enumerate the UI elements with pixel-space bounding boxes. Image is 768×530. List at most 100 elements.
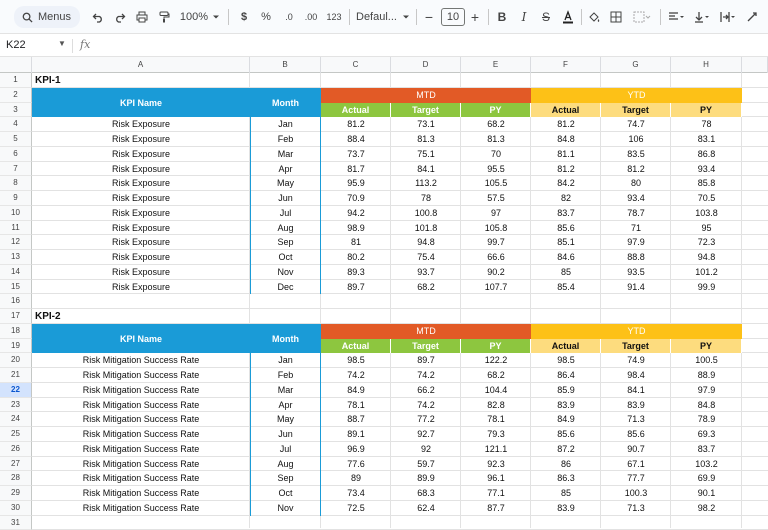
kpi-name-cell[interactable]: Risk Mitigation Success Rate — [32, 442, 250, 457]
value-cell[interactable]: 83.9 — [531, 398, 601, 413]
menus-button[interactable]: Menus — [14, 6, 80, 28]
row-header[interactable]: 29 — [0, 486, 32, 501]
column-header-f[interactable]: F — [531, 57, 601, 73]
value-cell[interactable]: 89.7 — [391, 353, 461, 368]
value-cell[interactable]: 72.5 — [321, 501, 391, 516]
value-cell[interactable]: 78.9 — [671, 412, 742, 427]
month-cell[interactable]: Mar — [250, 383, 321, 398]
value-cell[interactable]: 83.9 — [531, 501, 601, 516]
value-cell[interactable]: 93.5 — [601, 265, 671, 280]
value-cell[interactable]: 90.7 — [601, 442, 671, 457]
value-cell[interactable]: 66.2 — [391, 383, 461, 398]
value-cell[interactable]: 77.2 — [391, 412, 461, 427]
value-cell[interactable]: 84.6 — [531, 250, 601, 265]
row-header[interactable]: 6 — [0, 147, 32, 162]
value-cell[interactable]: 85.6 — [531, 427, 601, 442]
value-cell[interactable]: 81.3 — [391, 132, 461, 147]
value-cell[interactable]: 70.9 — [321, 191, 391, 206]
value-cell[interactable]: 101.8 — [391, 221, 461, 236]
row-header[interactable]: 9 — [0, 191, 32, 206]
value-cell[interactable]: 79.3 — [461, 427, 531, 442]
value-cell[interactable]: 103.2 — [671, 457, 742, 472]
row-header[interactable]: 2 — [0, 88, 32, 103]
row-header[interactable]: 16 — [0, 294, 32, 309]
kpi-name-cell[interactable]: Risk Exposure — [32, 191, 250, 206]
row-header[interactable]: 13 — [0, 250, 32, 265]
value-cell[interactable]: 81.1 — [531, 147, 601, 162]
more-formats-button[interactable]: 123 — [324, 7, 344, 27]
row-header[interactable]: 5 — [0, 132, 32, 147]
column-header-h[interactable]: H — [671, 57, 742, 73]
value-cell[interactable]: 81.2 — [531, 162, 601, 177]
value-cell[interactable]: 121.1 — [461, 442, 531, 457]
value-cell[interactable]: 81.3 — [461, 132, 531, 147]
value-cell[interactable]: 73.4 — [321, 486, 391, 501]
value-cell[interactable]: 68.2 — [391, 280, 461, 295]
month-cell[interactable]: Oct — [250, 486, 321, 501]
value-cell[interactable]: 88.4 — [321, 132, 391, 147]
value-cell[interactable]: 85 — [531, 486, 601, 501]
select-all-corner[interactable] — [0, 57, 32, 73]
month-cell[interactable]: Feb — [250, 132, 321, 147]
value-cell[interactable]: 86 — [531, 457, 601, 472]
month-cell[interactable]: May — [250, 176, 321, 191]
value-cell[interactable]: 90.2 — [461, 265, 531, 280]
value-cell[interactable]: 74.2 — [391, 368, 461, 383]
value-cell[interactable]: 122.2 — [461, 353, 531, 368]
value-cell[interactable]: 81.2 — [531, 117, 601, 132]
value-cell[interactable]: 74.7 — [601, 117, 671, 132]
value-cell[interactable]: 71 — [601, 221, 671, 236]
value-cell[interactable]: 89.9 — [391, 471, 461, 486]
value-cell[interactable]: 85.8 — [671, 176, 742, 191]
row-header[interactable]: 12 — [0, 235, 32, 250]
kpi-name-cell[interactable]: Risk Exposure — [32, 176, 250, 191]
value-cell[interactable]: 75.4 — [391, 250, 461, 265]
row-header[interactable]: 25 — [0, 427, 32, 442]
kpi-name-cell[interactable]: Risk Exposure — [32, 206, 250, 221]
row-header[interactable]: 30 — [0, 501, 32, 516]
value-cell[interactable]: 68.2 — [461, 368, 531, 383]
value-cell[interactable]: 84.8 — [531, 132, 601, 147]
value-cell[interactable]: 78.7 — [601, 206, 671, 221]
value-cell[interactable]: 84.9 — [321, 383, 391, 398]
month-cell[interactable]: Sep — [250, 235, 321, 250]
month-cell[interactable]: Jun — [250, 427, 321, 442]
decrease-font-size-button[interactable]: − — [422, 7, 436, 27]
value-cell[interactable]: 67.1 — [601, 457, 671, 472]
value-cell[interactable]: 74.9 — [601, 353, 671, 368]
kpi-name-cell[interactable]: Risk Mitigation Success Rate — [32, 457, 250, 472]
value-cell[interactable]: 94.8 — [391, 235, 461, 250]
value-cell[interactable]: 77.7 — [601, 471, 671, 486]
value-cell[interactable]: 89.3 — [321, 265, 391, 280]
month-cell[interactable]: Mar — [250, 147, 321, 162]
value-cell[interactable]: 70 — [461, 147, 531, 162]
value-cell[interactable]: 85.4 — [531, 280, 601, 295]
kpi-name-cell[interactable]: Risk Exposure — [32, 132, 250, 147]
row-header[interactable]: 18 — [0, 324, 32, 339]
value-cell[interactable]: 71.3 — [601, 412, 671, 427]
month-cell[interactable]: Aug — [250, 457, 321, 472]
value-cell[interactable]: 85.1 — [531, 235, 601, 250]
value-cell[interactable]: 98.4 — [601, 368, 671, 383]
value-cell[interactable]: 100.8 — [391, 206, 461, 221]
row-header[interactable]: 20 — [0, 353, 32, 368]
value-cell[interactable]: 89.7 — [321, 280, 391, 295]
vertical-align-icon[interactable] — [692, 7, 712, 27]
kpi-name-cell[interactable]: Risk Mitigation Success Rate — [32, 486, 250, 501]
value-cell[interactable]: 103.8 — [671, 206, 742, 221]
redo-icon[interactable] — [112, 7, 128, 27]
value-cell[interactable]: 105.5 — [461, 176, 531, 191]
value-cell[interactable]: 72.3 — [671, 235, 742, 250]
row-header[interactable]: 14 — [0, 265, 32, 280]
value-cell[interactable]: 82 — [531, 191, 601, 206]
value-cell[interactable]: 97.9 — [671, 383, 742, 398]
value-cell[interactable]: 78.1 — [461, 412, 531, 427]
value-cell[interactable]: 92.7 — [391, 427, 461, 442]
row-header[interactable]: 24 — [0, 412, 32, 427]
borders-icon[interactable] — [608, 7, 624, 27]
value-cell[interactable]: 69.3 — [671, 427, 742, 442]
paint-format-icon[interactable] — [156, 7, 172, 27]
row-header[interactable]: 10 — [0, 206, 32, 221]
decrease-decimal-button[interactable]: .0 — [280, 7, 298, 27]
value-cell[interactable]: 68.2 — [461, 117, 531, 132]
